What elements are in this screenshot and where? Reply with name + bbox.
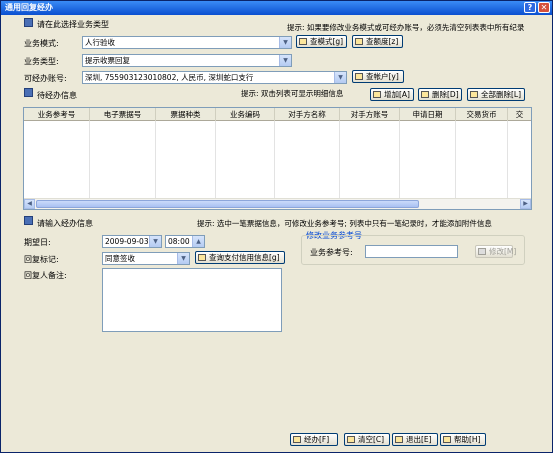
grid-header: 业务参考号 电子票据号 票据种类 业务编码 对手方名称 对手方账号 申请日期 交… xyxy=(24,108,531,121)
delete-button[interactable]: 删除[D] xyxy=(418,88,462,101)
chevron-down-icon: ▼ xyxy=(279,55,291,66)
scroll-right-icon[interactable]: ▶ xyxy=(520,199,531,209)
search-icon xyxy=(355,73,363,80)
view-account-button[interactable]: 查帐户[y] xyxy=(352,70,404,83)
mode-value: 人行验收 xyxy=(85,38,115,47)
view-limit-label: 查额度[z] xyxy=(366,37,399,46)
grid-column-header[interactable]: 申请日期 xyxy=(400,108,456,121)
grid-column-header[interactable]: 交 xyxy=(508,108,531,121)
account-label: 可经办账号: xyxy=(24,74,67,83)
type-value: 提示收票回复 xyxy=(85,56,130,65)
date-value: 2009-09-03 xyxy=(105,237,149,246)
main-window: 通用回复经办 ? ✕ 请在此选择业务类型 提示: 如果要修改业务模式或可经办账号… xyxy=(0,0,553,453)
type-label: 业务类型: xyxy=(24,57,59,66)
grid-column-header[interactable]: 业务编码 xyxy=(216,108,275,121)
exit-button[interactable]: 退出[E] xyxy=(392,433,438,446)
search-icon xyxy=(355,38,363,45)
section-input: 请输入经办信息 xyxy=(37,219,93,228)
add-icon xyxy=(373,91,381,98)
remark-label: 回复人备注: xyxy=(24,271,67,280)
edit-icon xyxy=(478,248,486,255)
date-picker[interactable]: 2009-09-03 ▼ xyxy=(102,235,162,248)
view-mode-button[interactable]: 查模式[g] xyxy=(296,35,347,48)
search-icon xyxy=(299,38,307,45)
grid-body xyxy=(24,121,508,199)
delete-icon xyxy=(421,91,429,98)
help-title-button[interactable]: ? xyxy=(524,2,536,13)
modify-label: 修改[M] xyxy=(489,247,517,256)
view-mode-label: 查模式[g] xyxy=(310,37,344,46)
horizontal-scrollbar[interactable]: ◀ ▶ xyxy=(24,198,531,209)
pending-grid[interactable]: 业务参考号 电子票据号 票据种类 业务编码 对手方名称 对手方账号 申请日期 交… xyxy=(23,107,532,210)
chevron-down-icon: ▼ xyxy=(279,37,291,48)
grid-column-header[interactable]: 业务参考号 xyxy=(24,108,90,121)
reply-select[interactable]: 同意签收 ▼ xyxy=(102,252,190,265)
scroll-thumb[interactable] xyxy=(36,200,419,208)
query-credit-label: 查询支付信用信息[g] xyxy=(209,253,280,262)
query-credit-button[interactable]: 查询支付信用信息[g] xyxy=(195,251,285,264)
ref-label: 业务参考号: xyxy=(310,248,353,257)
input-hint: 提示: 选中一笔票据信息，可修改业务参考号; 列表中只有一笔纪录时，才能添加附件… xyxy=(197,219,492,228)
help-button[interactable]: 帮助[H] xyxy=(440,433,486,446)
submit-button[interactable]: 经办[F] xyxy=(290,433,338,446)
view-account-label: 查帐户[y] xyxy=(366,72,399,81)
grid-column-header[interactable]: 对手方名称 xyxy=(275,108,340,121)
add-button[interactable]: 增加[A] xyxy=(370,88,414,101)
print-icon xyxy=(293,436,301,443)
help-label: 帮助[H] xyxy=(454,435,481,444)
time-picker[interactable]: 08:00 ▲ xyxy=(165,235,205,248)
chevron-down-icon: ▼ xyxy=(149,236,161,247)
grid-column-header[interactable]: 票据种类 xyxy=(156,108,216,121)
account-value: 深圳, 755903123010802, 人民币, 深圳蛇口支行 xyxy=(85,73,254,82)
book-icon xyxy=(24,18,33,27)
view-limit-button[interactable]: 查额度[z] xyxy=(352,35,403,48)
delete-all-button[interactable]: 全部删除[L] xyxy=(467,88,525,101)
add-label: 增加[A] xyxy=(384,90,410,99)
title-bar: 通用回复经办 ? ✕ xyxy=(1,1,552,15)
search-icon xyxy=(198,254,206,261)
top-hint: 提示: 如果要修改业务模式或可经办账号，必须先清空列表表中所有纪录 xyxy=(287,23,525,32)
time-value: 08:00 xyxy=(168,237,190,246)
book-icon xyxy=(24,88,33,97)
edit-icon xyxy=(24,216,33,225)
chevron-down-icon: ▼ xyxy=(177,253,189,264)
modify-button[interactable]: 修改[M] xyxy=(475,245,517,258)
exit-label: 退出[E] xyxy=(406,435,432,444)
chevron-down-icon: ▼ xyxy=(334,72,346,83)
section-pending: 待经办信息 xyxy=(37,91,77,100)
scroll-left-icon[interactable]: ◀ xyxy=(24,199,35,209)
help-icon xyxy=(443,436,451,443)
grid-hint: 提示: 双击列表可显示明细信息 xyxy=(241,89,344,98)
section-business-type: 请在此选择业务类型 xyxy=(37,20,109,29)
mode-select[interactable]: 人行验收 ▼ xyxy=(82,36,292,49)
grid-column-header[interactable]: 交易货币 xyxy=(456,108,508,121)
close-button[interactable]: ✕ xyxy=(538,2,550,13)
delete-label: 删除[D] xyxy=(432,90,459,99)
clear-label: 清空[C] xyxy=(358,435,385,444)
submit-label: 经办[F] xyxy=(304,435,330,444)
clear-icon xyxy=(347,436,355,443)
delete-all-icon xyxy=(470,91,478,98)
clear-button[interactable]: 清空[C] xyxy=(344,433,390,446)
delete-all-label: 全部删除[L] xyxy=(481,90,522,99)
remark-textarea[interactable] xyxy=(102,268,282,332)
reply-value: 同意签收 xyxy=(105,254,135,263)
date-label: 期望日: xyxy=(24,238,51,247)
grid-column-header[interactable]: 对手方账号 xyxy=(340,108,400,121)
reply-label: 回复标记: xyxy=(24,255,59,264)
mode-label: 业务模式: xyxy=(24,39,59,48)
stepper-icon[interactable]: ▲ xyxy=(192,236,204,247)
ref-input[interactable] xyxy=(365,245,458,258)
window-title: 通用回复经办 xyxy=(5,3,53,12)
exit-icon xyxy=(395,436,403,443)
grid-column-header[interactable]: 电子票据号 xyxy=(90,108,156,121)
type-select[interactable]: 提示收票回复 ▼ xyxy=(82,54,292,67)
account-select[interactable]: 深圳, 755903123010802, 人民币, 深圳蛇口支行 ▼ xyxy=(82,71,347,84)
